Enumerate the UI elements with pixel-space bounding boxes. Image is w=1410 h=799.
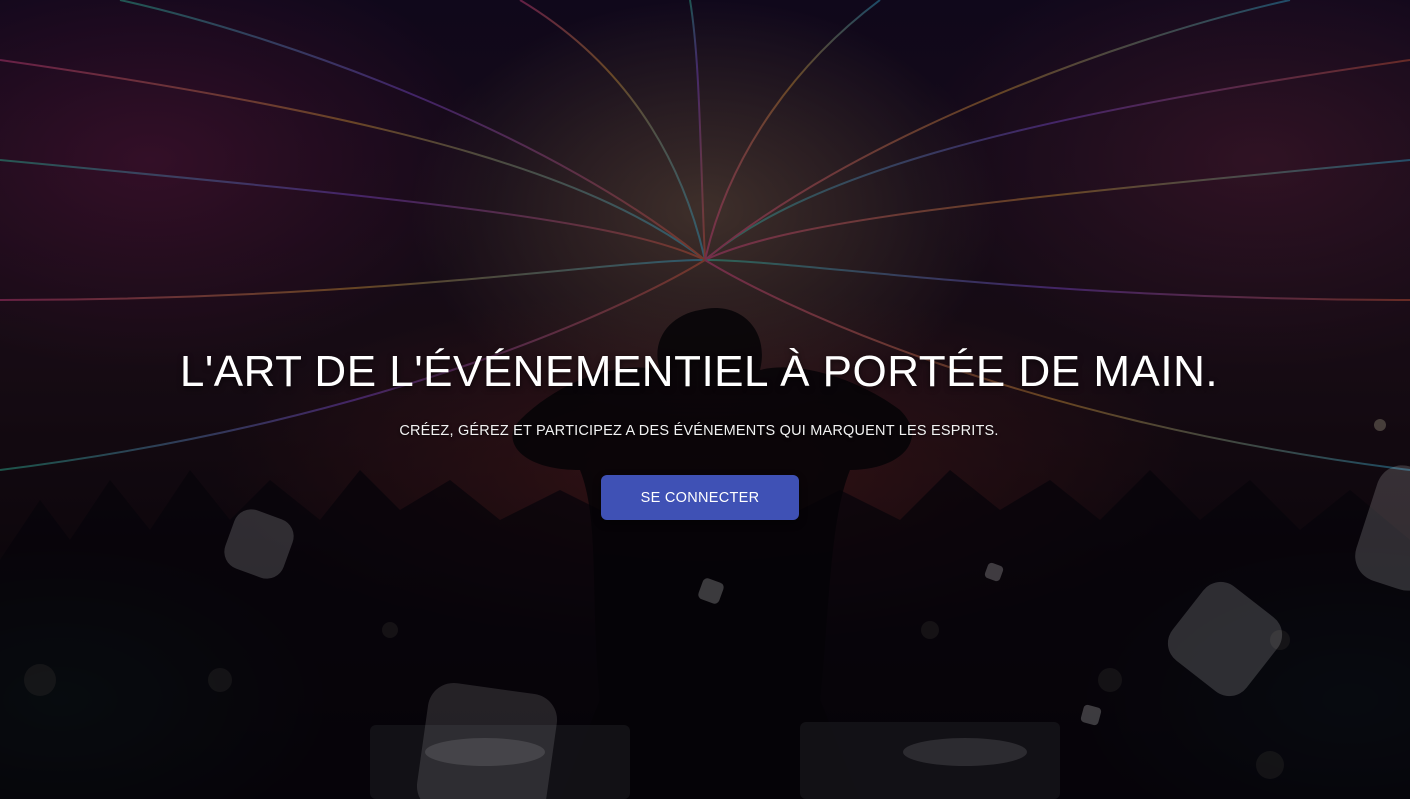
login-button[interactable]: SE CONNECTER: [601, 475, 799, 520]
landing-page: L'ART DE L'ÉVÉNEMENTIEL À PORTÉE DE MAIN…: [0, 0, 1410, 799]
hero-title: L'ART DE L'ÉVÉNEMENTIEL À PORTÉE DE MAIN…: [179, 347, 1219, 396]
hero-subtitle: CRÉEZ, GÉREZ ET PARTICIPEZ A DES ÉVÉNEME…: [399, 423, 999, 439]
hero-section: L'ART DE L'ÉVÉNEMENTIEL À PORTÉE DE MAIN…: [0, 0, 1410, 799]
